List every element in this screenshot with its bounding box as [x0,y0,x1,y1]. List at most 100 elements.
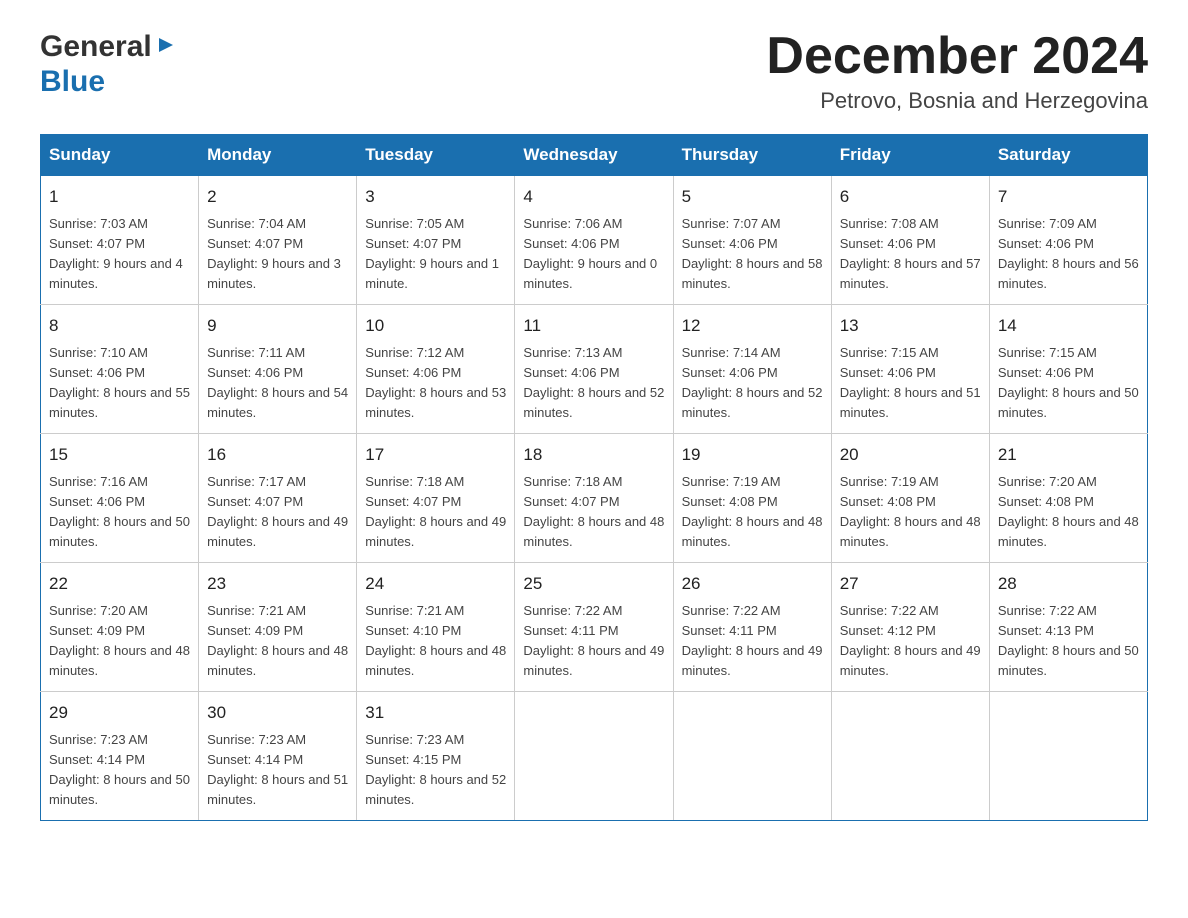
col-monday: Monday [199,135,357,176]
day-info: Sunrise: 7:18 AMSunset: 4:07 PMDaylight:… [523,474,664,549]
logo: General Blue [40,30,177,98]
calendar-cell-w4-d1: 22 Sunrise: 7:20 AMSunset: 4:09 PMDaylig… [41,563,199,692]
day-info: Sunrise: 7:23 AMSunset: 4:14 PMDaylight:… [49,732,190,807]
day-number: 16 [207,442,348,468]
day-info: Sunrise: 7:03 AMSunset: 4:07 PMDaylight:… [49,216,183,291]
calendar-cell-w4-d7: 28 Sunrise: 7:22 AMSunset: 4:13 PMDaylig… [989,563,1147,692]
day-number: 13 [840,313,981,339]
day-number: 15 [49,442,190,468]
day-info: Sunrise: 7:04 AMSunset: 4:07 PMDaylight:… [207,216,341,291]
day-info: Sunrise: 7:14 AMSunset: 4:06 PMDaylight:… [682,345,823,420]
day-info: Sunrise: 7:22 AMSunset: 4:11 PMDaylight:… [682,603,823,678]
day-number: 4 [523,184,664,210]
day-number: 21 [998,442,1139,468]
day-info: Sunrise: 7:22 AMSunset: 4:11 PMDaylight:… [523,603,664,678]
calendar-cell-w2-d5: 12 Sunrise: 7:14 AMSunset: 4:06 PMDaylig… [673,305,831,434]
calendar-cell-w4-d3: 24 Sunrise: 7:21 AMSunset: 4:10 PMDaylig… [357,563,515,692]
day-number: 24 [365,571,506,597]
calendar-cell-w3-d2: 16 Sunrise: 7:17 AMSunset: 4:07 PMDaylig… [199,434,357,563]
calendar-cell-w5-d4 [515,692,673,821]
day-number: 6 [840,184,981,210]
day-number: 8 [49,313,190,339]
logo-blue-text: Blue [40,65,105,98]
day-info: Sunrise: 7:18 AMSunset: 4:07 PMDaylight:… [365,474,506,549]
calendar-cell-w1-d3: 3 Sunrise: 7:05 AMSunset: 4:07 PMDayligh… [357,176,515,305]
day-number: 2 [207,184,348,210]
day-info: Sunrise: 7:20 AMSunset: 4:08 PMDaylight:… [998,474,1139,549]
month-title: December 2024 [766,30,1148,82]
day-number: 5 [682,184,823,210]
calendar-cell-w2-d3: 10 Sunrise: 7:12 AMSunset: 4:06 PMDaylig… [357,305,515,434]
day-info: Sunrise: 7:22 AMSunset: 4:13 PMDaylight:… [998,603,1139,678]
day-info: Sunrise: 7:09 AMSunset: 4:06 PMDaylight:… [998,216,1139,291]
col-tuesday: Tuesday [357,135,515,176]
calendar-cell-w2-d1: 8 Sunrise: 7:10 AMSunset: 4:06 PMDayligh… [41,305,199,434]
day-number: 20 [840,442,981,468]
calendar-week-2: 8 Sunrise: 7:10 AMSunset: 4:06 PMDayligh… [41,305,1148,434]
calendar-cell-w1-d2: 2 Sunrise: 7:04 AMSunset: 4:07 PMDayligh… [199,176,357,305]
calendar-week-5: 29 Sunrise: 7:23 AMSunset: 4:14 PMDaylig… [41,692,1148,821]
title-section: December 2024 Petrovo, Bosnia and Herzeg… [766,30,1148,114]
day-info: Sunrise: 7:10 AMSunset: 4:06 PMDaylight:… [49,345,190,420]
day-info: Sunrise: 7:23 AMSunset: 4:15 PMDaylight:… [365,732,506,807]
day-number: 29 [49,700,190,726]
calendar-table: Sunday Monday Tuesday Wednesday Thursday… [40,134,1148,821]
day-number: 1 [49,184,190,210]
logo-arrow-icon [155,34,177,61]
calendar-week-3: 15 Sunrise: 7:16 AMSunset: 4:06 PMDaylig… [41,434,1148,563]
day-number: 27 [840,571,981,597]
col-sunday: Sunday [41,135,199,176]
calendar-cell-w2-d2: 9 Sunrise: 7:11 AMSunset: 4:06 PMDayligh… [199,305,357,434]
day-number: 19 [682,442,823,468]
calendar-cell-w2-d4: 11 Sunrise: 7:13 AMSunset: 4:06 PMDaylig… [515,305,673,434]
logo-general-text: General [40,30,152,63]
day-number: 26 [682,571,823,597]
day-info: Sunrise: 7:17 AMSunset: 4:07 PMDaylight:… [207,474,348,549]
day-info: Sunrise: 7:15 AMSunset: 4:06 PMDaylight:… [998,345,1139,420]
calendar-cell-w3-d6: 20 Sunrise: 7:19 AMSunset: 4:08 PMDaylig… [831,434,989,563]
calendar-cell-w5-d1: 29 Sunrise: 7:23 AMSunset: 4:14 PMDaylig… [41,692,199,821]
calendar-cell-w1-d6: 6 Sunrise: 7:08 AMSunset: 4:06 PMDayligh… [831,176,989,305]
day-info: Sunrise: 7:22 AMSunset: 4:12 PMDaylight:… [840,603,981,678]
day-number: 22 [49,571,190,597]
day-number: 7 [998,184,1139,210]
logo-blue-line: Blue [40,65,177,98]
day-number: 11 [523,313,664,339]
calendar-cell-w2-d6: 13 Sunrise: 7:15 AMSunset: 4:06 PMDaylig… [831,305,989,434]
calendar-cell-w2-d7: 14 Sunrise: 7:15 AMSunset: 4:06 PMDaylig… [989,305,1147,434]
day-number: 14 [998,313,1139,339]
day-number: 3 [365,184,506,210]
calendar-cell-w3-d3: 17 Sunrise: 7:18 AMSunset: 4:07 PMDaylig… [357,434,515,563]
calendar-cell-w5-d3: 31 Sunrise: 7:23 AMSunset: 4:15 PMDaylig… [357,692,515,821]
calendar-cell-w1-d7: 7 Sunrise: 7:09 AMSunset: 4:06 PMDayligh… [989,176,1147,305]
day-number: 30 [207,700,348,726]
day-number: 28 [998,571,1139,597]
calendar-cell-w5-d6 [831,692,989,821]
day-info: Sunrise: 7:07 AMSunset: 4:06 PMDaylight:… [682,216,823,291]
calendar-cell-w5-d2: 30 Sunrise: 7:23 AMSunset: 4:14 PMDaylig… [199,692,357,821]
col-saturday: Saturday [989,135,1147,176]
calendar-cell-w4-d2: 23 Sunrise: 7:21 AMSunset: 4:09 PMDaylig… [199,563,357,692]
day-number: 31 [365,700,506,726]
calendar-cell-w3-d7: 21 Sunrise: 7:20 AMSunset: 4:08 PMDaylig… [989,434,1147,563]
day-info: Sunrise: 7:12 AMSunset: 4:06 PMDaylight:… [365,345,506,420]
day-number: 12 [682,313,823,339]
calendar-cell-w3-d1: 15 Sunrise: 7:16 AMSunset: 4:06 PMDaylig… [41,434,199,563]
col-wednesday: Wednesday [515,135,673,176]
day-number: 10 [365,313,506,339]
day-number: 9 [207,313,348,339]
day-number: 23 [207,571,348,597]
day-number: 17 [365,442,506,468]
day-info: Sunrise: 7:21 AMSunset: 4:10 PMDaylight:… [365,603,506,678]
day-info: Sunrise: 7:21 AMSunset: 4:09 PMDaylight:… [207,603,348,678]
calendar-cell-w3-d5: 19 Sunrise: 7:19 AMSunset: 4:08 PMDaylig… [673,434,831,563]
calendar-week-4: 22 Sunrise: 7:20 AMSunset: 4:09 PMDaylig… [41,563,1148,692]
calendar-cell-w3-d4: 18 Sunrise: 7:18 AMSunset: 4:07 PMDaylig… [515,434,673,563]
day-info: Sunrise: 7:16 AMSunset: 4:06 PMDaylight:… [49,474,190,549]
col-thursday: Thursday [673,135,831,176]
calendar-cell-w1-d4: 4 Sunrise: 7:06 AMSunset: 4:06 PMDayligh… [515,176,673,305]
calendar-cell-w1-d5: 5 Sunrise: 7:07 AMSunset: 4:06 PMDayligh… [673,176,831,305]
page-header: General Blue December 2024 Petrovo, Bosn… [40,30,1148,114]
day-info: Sunrise: 7:20 AMSunset: 4:09 PMDaylight:… [49,603,190,678]
calendar-cell-w4-d4: 25 Sunrise: 7:22 AMSunset: 4:11 PMDaylig… [515,563,673,692]
